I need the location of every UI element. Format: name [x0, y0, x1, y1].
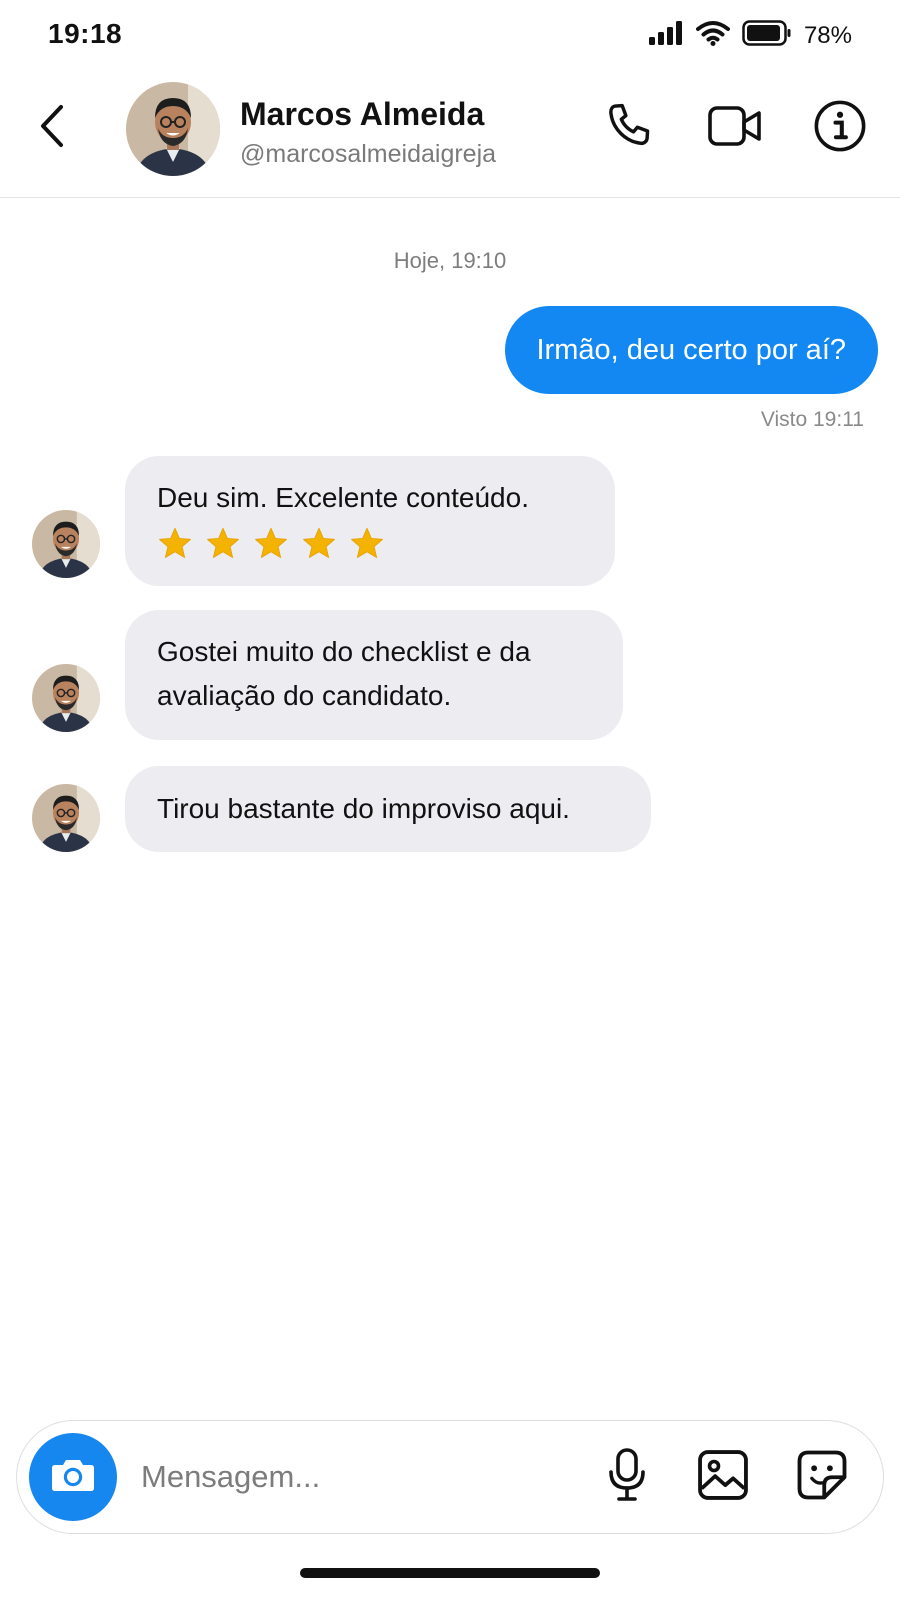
message-composer [16, 1420, 884, 1534]
contact-handle: @marcosalmeidaigreja [240, 140, 497, 168]
status-time: 19:18 [48, 18, 123, 49]
cellular-signal-icon [648, 21, 684, 50]
camera-button[interactable] [29, 1433, 117, 1521]
outgoing-message-bubble[interactable]: Irmão, deu certo por aí? [504, 306, 878, 394]
outgoing-message-text: Irmão, deu certo por aí? [536, 333, 847, 366]
seen-receipt: Visto 19:11 [760, 408, 864, 431]
wifi-icon [695, 20, 730, 51]
date-separator: Hoje, 19:10 [393, 248, 507, 273]
sender-avatar[interactable] [32, 664, 100, 732]
star-rating [157, 524, 583, 564]
star-icon [303, 527, 335, 558]
contact-name[interactable]: Marcos Almeida [240, 96, 484, 133]
sender-avatar[interactable] [32, 510, 100, 578]
video-call-button[interactable] [705, 98, 765, 158]
star-icon [159, 527, 191, 558]
voice-call-button[interactable] [600, 98, 660, 158]
camera-icon [49, 1455, 97, 1500]
contact-avatar[interactable] [126, 82, 220, 176]
incoming-message-text-line: avaliação do candidato. [157, 680, 452, 711]
incoming-message-text: Deu sim. Excelente conteúdo. [157, 482, 529, 513]
home-indicator [300, 1568, 600, 1578]
incoming-message-text-line: Gostei muito do checklist e da [157, 636, 531, 667]
status-bar: 19:18 78% [0, 0, 900, 70]
gallery-button[interactable] [693, 1447, 753, 1507]
chat-screen: 19:18 78% Marcos Almeida @marcosalmeidai… [0, 0, 900, 1599]
phone-icon [604, 100, 656, 157]
incoming-message-bubble[interactable]: Deu sim. Excelente conteúdo. [125, 456, 615, 586]
star-icon [351, 527, 383, 558]
info-icon [813, 99, 867, 158]
status-icons: 78% [648, 20, 852, 51]
battery-icon [742, 20, 792, 51]
info-button[interactable] [810, 98, 870, 158]
sticker-icon [795, 1448, 849, 1507]
microphone-icon [605, 1447, 649, 1508]
voice-message-button[interactable] [597, 1447, 657, 1507]
incoming-message-text: Tirou bastante do improviso aqui. [157, 793, 570, 824]
incoming-message-bubble[interactable]: Tirou bastante do improviso aqui. [125, 766, 651, 852]
battery-percentage: 78% [803, 21, 852, 49]
chat-header: Marcos Almeida @marcosalmeidaigreja [0, 72, 900, 198]
back-chevron-icon [37, 103, 67, 154]
sticker-button[interactable] [792, 1447, 852, 1507]
sender-avatar[interactable] [32, 784, 100, 852]
video-camera-icon [707, 102, 763, 155]
star-icon [207, 527, 239, 558]
image-icon [696, 1448, 750, 1507]
back-button[interactable] [30, 102, 74, 154]
star-icon [255, 527, 287, 558]
message-input[interactable] [141, 1449, 581, 1505]
incoming-message-bubble[interactable]: Gostei muito do checklist e da avaliação… [125, 610, 623, 740]
